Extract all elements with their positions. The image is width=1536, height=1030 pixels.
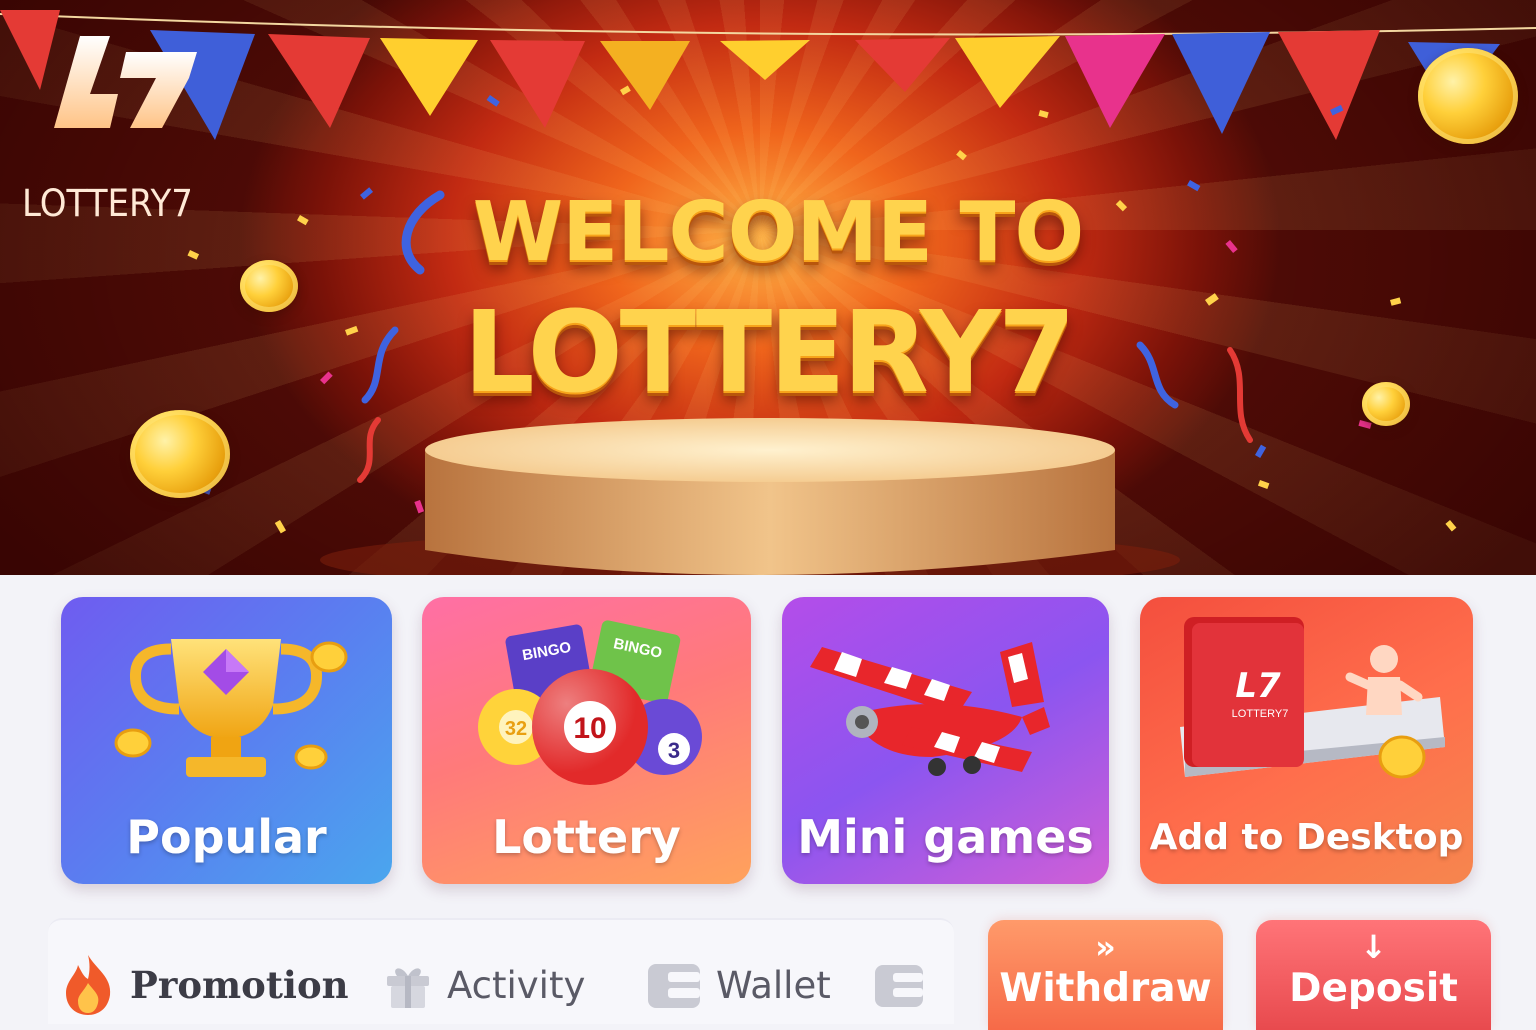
- category-tile-popular[interactable]: Popular: [61, 597, 392, 884]
- l7-logo-icon: [54, 36, 197, 128]
- desktop-logo-mark: L7: [1235, 666, 1281, 706]
- category-label: Mini games: [797, 810, 1094, 864]
- withdraw-button[interactable]: » Withdraw: [988, 920, 1223, 1030]
- nav-label: Activity: [447, 963, 586, 1007]
- gift-icon: [387, 968, 429, 1008]
- wallet-icon: [648, 964, 700, 1008]
- ball-number: 32: [505, 718, 527, 740]
- desktop-logo-text: LOTTERY7: [1232, 708, 1289, 720]
- deposit-label: Deposit: [1289, 966, 1458, 1011]
- category-tile-lottery[interactable]: BINGO BINGO 32 3 10 Lottery: [422, 597, 751, 884]
- nav-item-activity[interactable]: Activity: [383, 950, 585, 1020]
- airplane-icon: [810, 642, 1050, 776]
- category-label: Popular: [126, 810, 327, 864]
- bottom-nav: Promotion Activity Wallet: [48, 918, 954, 1024]
- nav-label: Promotion: [130, 963, 349, 1007]
- arrow-down-icon: ↓: [1360, 928, 1387, 966]
- fire-icon: [66, 955, 111, 1015]
- nav-item-promotion[interactable]: Promotion: [60, 950, 349, 1020]
- nav-item-wallet-2[interactable]: [873, 950, 925, 1020]
- wallet-icon: [875, 965, 923, 1007]
- nav-item-wallet[interactable]: Wallet: [646, 950, 831, 1020]
- coin-icon: [130, 410, 230, 498]
- withdraw-label: Withdraw: [999, 966, 1212, 1011]
- nav-label: Wallet: [716, 963, 831, 1007]
- hero-title-line2: LOTTERY7: [463, 288, 1076, 418]
- podium: [320, 418, 1180, 575]
- brand-logo[interactable]: LOTTERY7: [22, 30, 222, 225]
- category-label: Add to Desktop: [1149, 817, 1464, 858]
- lottery-balls-icon: BINGO BINGO 32 3 10: [478, 620, 702, 785]
- category-tile-add-to-desktop[interactable]: L7 LOTTERY7 Add to Desktop: [1140, 597, 1473, 884]
- deposit-button[interactable]: ↓ Deposit: [1256, 920, 1491, 1030]
- double-chevron-right-icon: »: [1095, 928, 1116, 966]
- coin-icon: [1418, 48, 1518, 144]
- trophy-icon: [114, 639, 348, 777]
- ball-number: 10: [573, 712, 606, 745]
- category-label: Lottery: [492, 810, 681, 864]
- category-tile-mini-games[interactable]: Mini games: [782, 597, 1109, 884]
- hero-banner[interactable]: LOTTERY7 WELCOME TO LOTTERY7: [0, 0, 1536, 575]
- ball-number: 3: [668, 738, 680, 763]
- desktop-install-icon: L7 LOTTERY7: [1180, 617, 1445, 779]
- hero-title-line1: WELCOME TO: [472, 185, 1084, 280]
